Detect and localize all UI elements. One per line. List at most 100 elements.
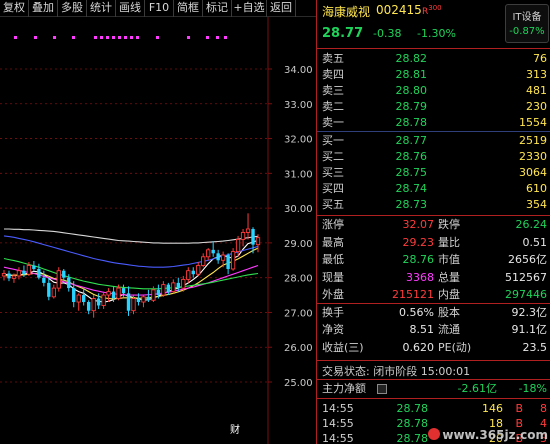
candle-body (101, 294, 106, 306)
candle-body (255, 237, 261, 246)
bid-level-quantity: 2519 (519, 134, 547, 147)
candle-body (116, 287, 121, 299)
financial-report-marker[interactable]: 财 (230, 423, 240, 436)
candle-body (76, 294, 81, 303)
event-marker-dot (136, 36, 139, 39)
ask-level-quantity: 1554 (519, 116, 547, 129)
ask-level-price: 28.81 (395, 68, 428, 81)
bid-level-price: 28.75 (395, 166, 428, 179)
candle-body (67, 277, 71, 289)
candle-body (62, 270, 66, 278)
stock-code: 002415 (376, 3, 422, 17)
ask-level-price: 28.79 (395, 100, 428, 113)
candle-body (206, 249, 211, 258)
stat-label: 市值 (438, 253, 460, 266)
ask-level-quantity: 313 (526, 68, 547, 81)
ask-level-row[interactable]: 卖三 28.80 481 (317, 83, 550, 98)
stat-label: 流通 (438, 323, 460, 336)
bid-level-quantity: 610 (526, 182, 547, 195)
y-tick-label: 25.00 (284, 378, 313, 389)
watermark-logo-icon (428, 428, 441, 440)
sector-button[interactable]: IT设备 -0.87% (505, 4, 549, 43)
ask-level-price: 28.80 (395, 84, 428, 97)
candle-body (161, 284, 166, 296)
ma-line-ma5 (3, 239, 259, 303)
event-marker-dot (106, 36, 109, 39)
kline-chart-svg[interactable]: 34.00 33.00 32.00 31.00 30.00 29.00 28.00 27.00… (0, 17, 316, 444)
trade-tick-row: 14:55 28.78 146 B 8 (317, 401, 550, 416)
event-marker-dot (124, 36, 127, 39)
f10-button[interactable]: F10 (145, 0, 174, 17)
add-watchlist-button[interactable]: +自选 (232, 0, 267, 17)
bid-level-row[interactable]: 买四 28.74 610 (317, 181, 550, 196)
draw-line-button[interactable]: 画线 (116, 0, 145, 17)
bid-level-row[interactable]: 买三 28.75 3064 (317, 165, 550, 180)
ask-level-quantity: 481 (526, 84, 547, 97)
price-change-percent: -1.30% (417, 27, 456, 40)
bid-level-quantity: 2330 (519, 150, 547, 163)
event-marker-dot (206, 36, 209, 39)
tick-direction: B (515, 402, 523, 415)
simple-frame-button[interactable]: 简框 (174, 0, 203, 17)
y-tick-label: 34.00 (284, 65, 313, 76)
ask-level-row[interactable]: 卖一 28.78 1554 (317, 115, 550, 130)
y-tick-label: 30.00 (284, 204, 313, 215)
multi-stock-button[interactable]: 多股 (58, 0, 87, 17)
stat-label: 总量 (438, 270, 460, 284)
candle-body (26, 265, 32, 275)
ask-level-quantity: 230 (526, 100, 547, 113)
candle-body (106, 291, 111, 296)
sector-change-percent: -0.87% (509, 26, 545, 37)
candle-body (230, 251, 236, 270)
overlay-button[interactable]: 叠加 (29, 0, 58, 17)
divider (317, 360, 550, 361)
candle-body (196, 265, 201, 275)
ask-level-row[interactable]: 卖五 28.82 76 (317, 51, 550, 66)
stat-label: 量比 (438, 235, 460, 249)
ma-line-ma120 (4, 228, 259, 244)
candle-body (211, 249, 215, 254)
event-marker-dot (100, 36, 103, 39)
kline-chart[interactable]: 34.00 33.00 32.00 31.00 30.00 29.00 28.00 27.00… (0, 17, 316, 444)
back-button[interactable]: 返回 (267, 0, 296, 17)
margin-flag-badge: R300 (422, 4, 442, 17)
candle-body (186, 270, 191, 280)
stats-row: 最低 28.76 市值 2656亿 (317, 252, 550, 268)
stat-value: 0.51 (522, 235, 548, 249)
tick-count: 8 (540, 402, 547, 415)
stat-value: 32.07 (402, 218, 435, 231)
stats-row: 净资 8.51 流通 91.1亿 (317, 322, 550, 338)
stat-value: 29.23 (402, 235, 435, 249)
ask-level-row[interactable]: 卖四 28.81 313 (317, 67, 550, 82)
candle-body (96, 298, 101, 306)
stock-name: 海康威视 (322, 5, 371, 19)
candle-body (47, 282, 51, 297)
mark-button[interactable]: 标记 (203, 0, 232, 17)
price-change: -0.38 (373, 27, 402, 40)
candle-body (126, 293, 131, 311)
candle-body (226, 255, 230, 269)
candle-body (201, 256, 206, 266)
stats-row: 外盘 215121 内盘 297446 (317, 287, 550, 303)
y-tick-label: 26.00 (284, 343, 313, 354)
y-tick-label: 33.00 (284, 100, 313, 111)
bid-level-row[interactable]: 买一 28.77 2519 (317, 133, 550, 148)
statistics-button[interactable]: 统计 (87, 0, 116, 17)
candle-body (37, 268, 41, 278)
bid-level-quantity: 3064 (519, 166, 547, 179)
restore-rights-button[interactable]: 复权 (0, 0, 29, 17)
bid-level-row[interactable]: 买二 28.76 2330 (317, 149, 550, 164)
bid-level-quantity: 354 (526, 198, 547, 211)
stats-row: 换手 0.56% 股本 92.3亿 (317, 305, 550, 321)
ask-level-row[interactable]: 卖二 28.79 230 (317, 99, 550, 114)
watermark-text: www.365jz.com (442, 428, 548, 442)
candle-body (151, 289, 156, 301)
bid-level-row[interactable]: 买五 28.73 354 (317, 197, 550, 212)
candle-body (235, 238, 241, 253)
y-tick-label: 27.00 (284, 308, 313, 319)
net-flow-percent: -18% (518, 382, 547, 395)
candle-body (141, 296, 146, 303)
stat-value: 0.56% (399, 305, 434, 319)
event-marker-dot (156, 36, 159, 39)
stat-value: 0.620 (402, 340, 435, 354)
